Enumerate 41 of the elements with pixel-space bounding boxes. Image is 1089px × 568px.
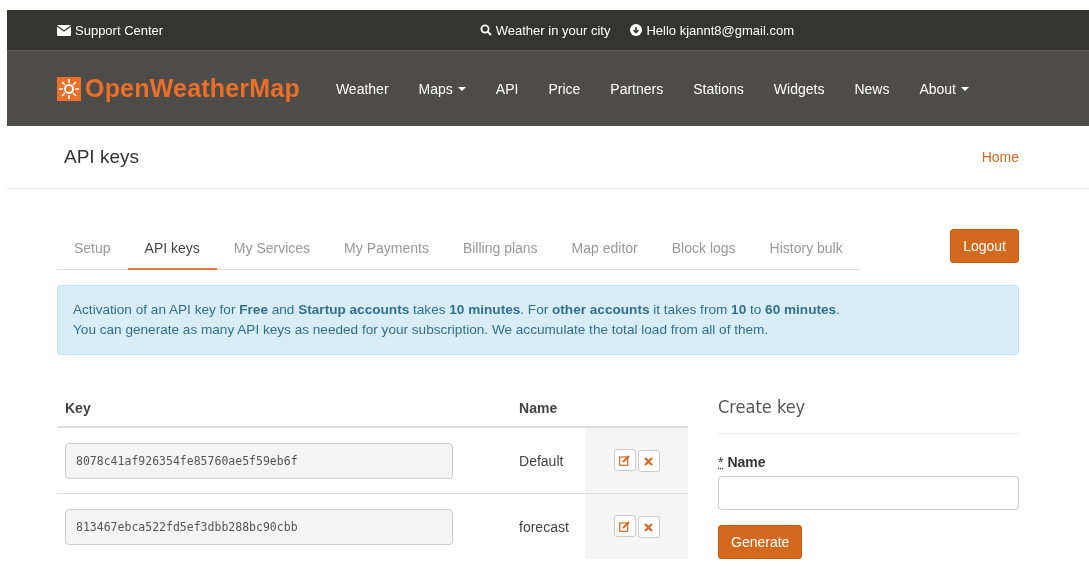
sun-icon (57, 76, 81, 101)
delete-button[interactable] (637, 516, 660, 539)
api-key-field[interactable]: 8078c41af926354fe85760ae5f59eb6f (65, 442, 453, 479)
close-icon (644, 522, 653, 532)
logout-button[interactable]: Logout (950, 229, 1019, 263)
breadcrumb-link[interactable]: Home (981, 149, 1019, 165)
field-label: Name (727, 454, 766, 470)
required-mark: * (718, 454, 724, 470)
alert-text: Activation of an API key for Free and Startup accounts takes 10 minutes. For other accounts it takes from 10 to 60 minutes. (73, 301, 841, 319)
tab[interactable]: API keys (127, 229, 217, 270)
section-title: Create key (718, 396, 1019, 434)
edit-button[interactable] (613, 515, 636, 538)
page-title: API keys (64, 146, 139, 168)
user-link[interactable]: Hello kjannt8@gmail.com (630, 22, 794, 38)
api-key-field[interactable]: 813467ebca522fd5ef3dbb288bc90cbb (65, 508, 453, 545)
support-link[interactable]: Support Center (57, 22, 164, 38)
edit-button[interactable] (613, 449, 636, 472)
name-input[interactable] (718, 476, 1019, 510)
nav-link[interactable]: About (904, 80, 984, 97)
caret-icon (457, 86, 466, 91)
edit-icon (619, 520, 630, 532)
nav-link[interactable]: News (839, 80, 905, 97)
nav-link[interactable]: Maps (403, 80, 481, 97)
close-icon (644, 456, 653, 466)
nav-link[interactable]: Price (533, 80, 596, 97)
alert-text: You can generate as many API keys as needed for your subscription. We accumulate the total load from all of them. (73, 321, 770, 339)
nav-link[interactable]: Widgets (758, 80, 840, 97)
edit-icon (619, 454, 630, 466)
nav-link[interactable]: Stations (678, 80, 759, 97)
delete-button[interactable] (637, 450, 660, 473)
nav-link[interactable]: Partners (595, 80, 679, 97)
envelope-icon (57, 24, 71, 36)
caret-icon (961, 86, 969, 91)
column-header: Key (57, 390, 512, 427)
arrow-circle-icon (630, 24, 643, 36)
nav-link[interactable]: API (480, 80, 534, 97)
search-icon (479, 24, 492, 36)
weather-search-link[interactable]: Weather in your city (479, 22, 611, 38)
nav-link[interactable]: Weather (320, 80, 404, 97)
generate-button[interactable]: Generate (718, 525, 803, 559)
column-header: Name (511, 390, 585, 427)
